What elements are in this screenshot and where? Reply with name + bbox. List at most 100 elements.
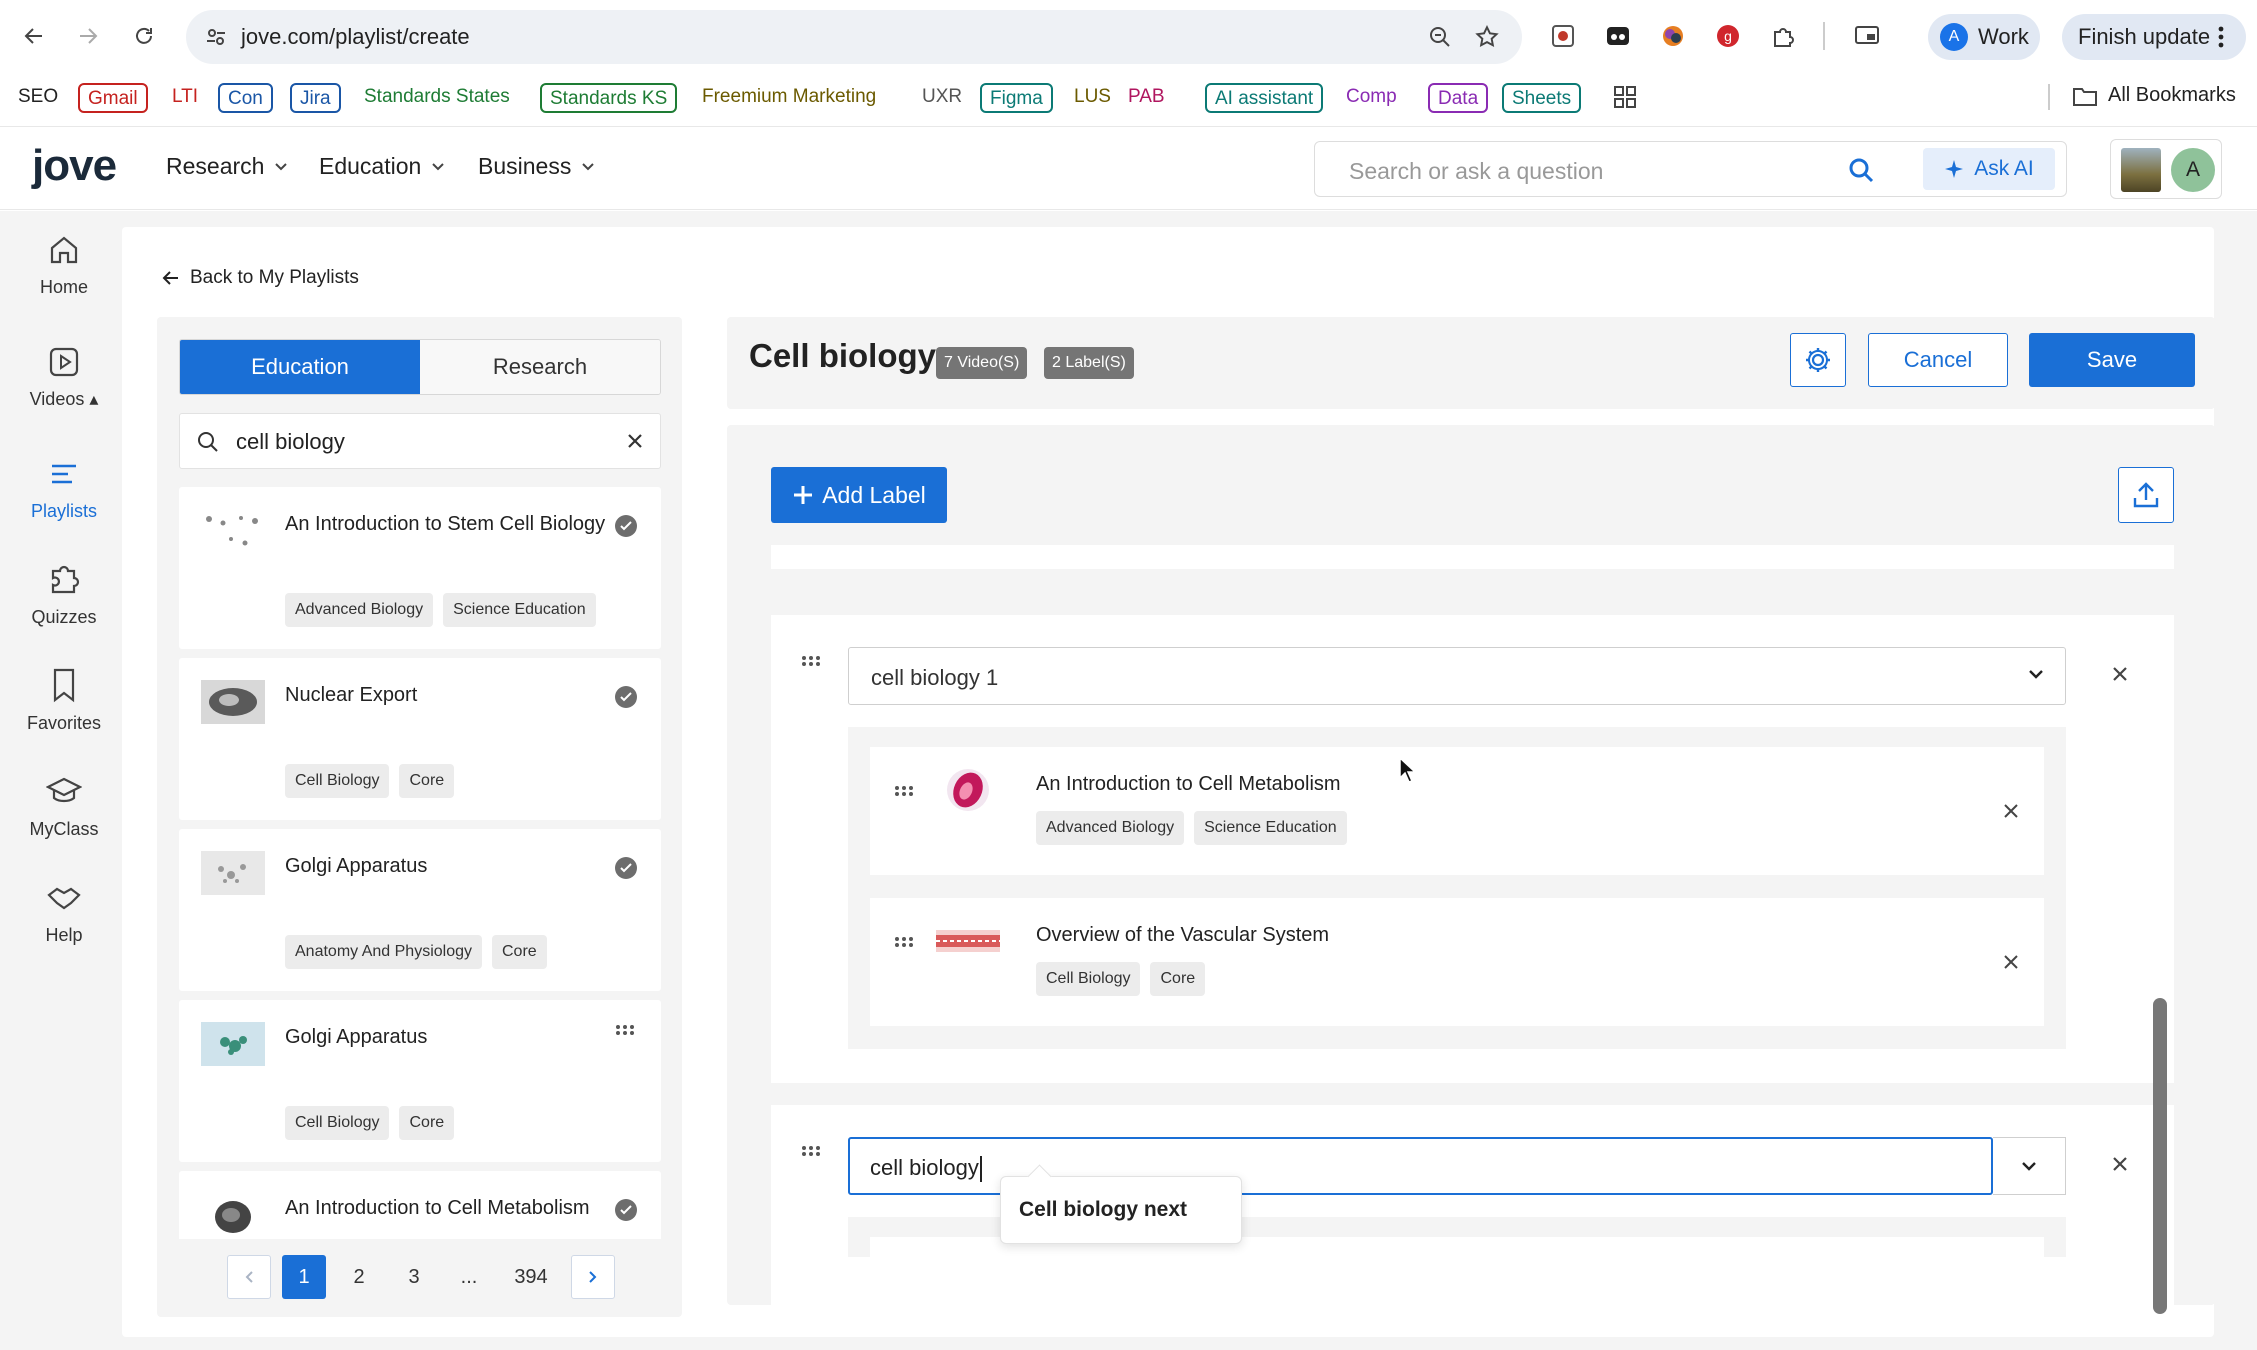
bookmark-item[interactable]: Con [218,83,273,113]
nav-playlists[interactable]: Playlists [0,457,128,522]
bookmark-item[interactable]: Standards KS [540,83,678,113]
tag: Core [492,935,547,969]
user-menu[interactable]: A [2110,139,2222,199]
bookmark-item[interactable]: PAB [1120,83,1173,113]
next-page-button[interactable] [571,1255,615,1299]
site-settings-icon[interactable] [198,19,234,55]
save-button[interactable]: Save [2029,333,2195,387]
video-library: Education Research cell biology An Intro… [157,317,682,1317]
nav-favorites[interactable]: Favorites [0,667,128,734]
nav-videos[interactable]: Videos ▴ [0,345,128,410]
video-thumbnail [201,1193,265,1237]
video-card[interactable]: Nuclear Export Cell Biology Core [179,658,661,820]
content-scrollbar[interactable] [2153,998,2167,1314]
tab-education[interactable]: Education [180,340,420,394]
bookmark-item[interactable]: Gmail [78,83,148,113]
video-title: Nuclear Export [285,684,418,706]
video-card[interactable]: An Introduction to Cell Metabolism [179,1171,661,1239]
bookmark-star-icon[interactable] [1474,24,1500,50]
nav-playlists-label: Playlists [30,501,97,521]
nav-home[interactable]: Home [0,233,128,298]
label-dropdown-toggle[interactable] [1993,1137,2066,1195]
address-bar[interactable]: jove.com/playlist/create [186,10,1522,64]
prev-page-button[interactable] [227,1255,271,1299]
bookmark-item[interactable]: UXR [914,83,970,113]
page-1-button[interactable]: 1 [282,1255,326,1299]
color-extension-icon[interactable] [1658,21,1688,51]
video-tags: Cell Biology Core [285,764,455,798]
bookmark-item[interactable]: Freemium Marketing [694,83,884,113]
search-icon[interactable] [1847,156,1875,184]
mouse-cursor-icon [1398,756,1418,784]
bookmark-item[interactable]: LUS [1066,83,1119,113]
back-link[interactable]: Back to My Playlists [162,267,359,289]
bookmark-item[interactable]: Jira [290,83,341,113]
bookmark-item[interactable]: AI assistant [1205,83,1324,113]
remove-label-icon[interactable] [2111,1155,2129,1173]
nav-myclass[interactable]: MyClass [0,775,128,840]
drag-handle-icon[interactable] [894,785,914,797]
apps-grid-icon[interactable] [1612,84,1638,110]
bookmark-item[interactable]: Data [1428,83,1489,113]
site-search[interactable]: Search or ask a question Ask AI [1314,141,2067,197]
zoom-icon[interactable] [1428,25,1452,49]
drag-handle-icon[interactable] [615,1024,635,1036]
nav-help[interactable]: Help [0,881,128,946]
cancel-button[interactable]: Cancel [1868,333,2008,387]
pagination: 1 2 3 ... 394 [227,1255,615,1299]
back-arrow-icon[interactable] [16,18,52,54]
drag-handle-icon[interactable] [894,936,914,948]
page-last-button[interactable]: 394 [502,1255,560,1299]
reload-icon[interactable] [126,18,162,54]
profile-button[interactable]: A Work [1928,14,2040,60]
drag-handle-icon[interactable] [801,655,821,667]
playlist-title[interactable]: Cell biology [749,337,936,375]
menu-education[interactable]: Education [319,153,445,180]
bookmark-item[interactable]: LTI [164,83,206,113]
grammarly-extension-icon[interactable]: g [1713,21,1743,51]
playlist-item-tags: Cell Biology Core [1036,962,1206,996]
ask-ai-button[interactable]: Ask AI [1923,148,2055,190]
search-input[interactable]: Search or ask a question [1349,158,1603,185]
menu-research[interactable]: Research [166,153,288,180]
video-card[interactable]: Golgi Apparatus Anatomy And Physiology Cor… [179,829,661,991]
video-tags: Cell Biology Core [285,1106,455,1140]
cast-icon[interactable] [1852,21,1882,51]
bookmark-item[interactable]: Sheets [1502,83,1582,113]
add-label-button[interactable]: Add Label [771,467,947,523]
forward-arrow-icon[interactable] [70,18,106,54]
drag-handle-icon[interactable] [801,1145,821,1157]
bookmark-item[interactable]: Comp [1338,83,1405,113]
playlist-item[interactable]: An Introduction to Cell Metabolism Advan… [870,747,2044,875]
playlist-item[interactable]: Overview of the Vascular System Cell Bio… [870,898,2044,1026]
incognito-extension-icon[interactable] [1603,21,1633,51]
export-button[interactable] [2118,467,2174,523]
remove-label-icon[interactable] [2111,665,2129,683]
library-search-input[interactable]: cell biology [236,429,345,455]
menu-business[interactable]: Business [478,153,595,180]
bookmark-item[interactable]: Standards States [356,83,518,113]
library-search[interactable]: cell biology [179,413,661,469]
video-card[interactable]: Golgi Apparatus Cell Biology Core [179,1000,661,1162]
bookmark-item[interactable]: Figma [980,83,1053,113]
jove-logo[interactable]: jove [32,141,117,191]
settings-button[interactable] [1790,333,1846,387]
all-bookmarks-button[interactable]: All Bookmarks [2072,84,2236,107]
url-text[interactable]: jove.com/playlist/create [241,24,470,50]
label-suggestion[interactable]: Cell biology next [1000,1176,1242,1244]
label-select[interactable]: cell biology 1 [848,647,2066,705]
video-card[interactable]: An Introduction to Stem Cell Biology Adva… [179,487,661,649]
nav-quizzes[interactable]: Quizzes [0,561,128,628]
bookmark-item[interactable]: SEO [10,83,66,113]
finish-update-button[interactable]: Finish update [2062,14,2246,60]
page-2-button[interactable]: 2 [337,1255,381,1299]
clear-search-icon[interactable] [624,430,646,452]
remove-item-icon[interactable] [2003,954,2019,970]
app-header: jove Research Education Business Search … [0,126,2257,210]
remove-item-icon[interactable] [2003,803,2019,819]
screenshot-extension-icon[interactable] [1548,21,1578,51]
page-ellipsis[interactable]: ... [447,1255,491,1299]
tab-research[interactable]: Research [420,340,660,394]
page-3-button[interactable]: 3 [392,1255,436,1299]
extensions-puzzle-icon[interactable] [1768,21,1798,51]
